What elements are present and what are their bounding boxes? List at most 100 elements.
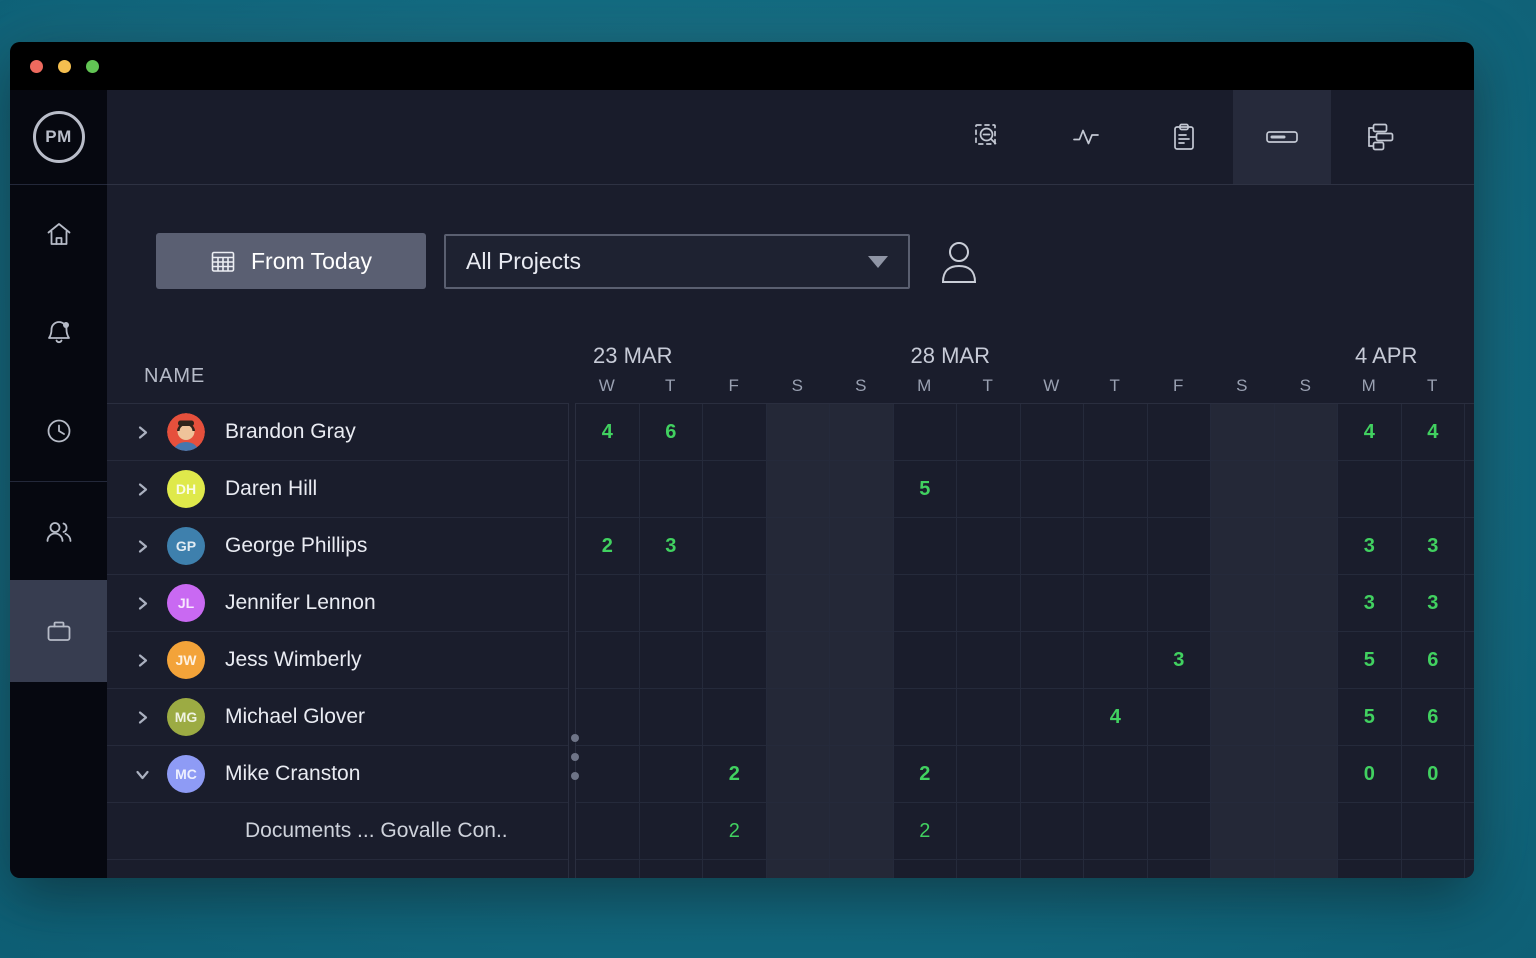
allocation-cell[interactable] bbox=[1211, 575, 1275, 632]
allocation-cell[interactable] bbox=[767, 803, 831, 860]
allocation-cell[interactable] bbox=[576, 575, 640, 632]
allocation-cell[interactable] bbox=[1465, 518, 1474, 575]
allocation-cell[interactable]: 4 bbox=[1338, 404, 1402, 461]
allocation-cell[interactable]: 3 bbox=[1148, 632, 1212, 689]
allocation-cell[interactable] bbox=[830, 689, 894, 746]
allocation-cell[interactable]: 4 bbox=[1084, 689, 1148, 746]
allocation-cell[interactable] bbox=[1402, 803, 1466, 860]
allocation-cell[interactable] bbox=[640, 461, 704, 518]
allocation-cell[interactable] bbox=[703, 461, 767, 518]
allocation-cell[interactable] bbox=[703, 404, 767, 461]
allocation-cell[interactable] bbox=[1084, 461, 1148, 518]
allocation-cell[interactable] bbox=[1084, 803, 1148, 860]
allocation-cell[interactable] bbox=[640, 575, 704, 632]
member-row[interactable]: DHDaren Hill bbox=[107, 461, 568, 518]
allocation-cell[interactable] bbox=[576, 860, 640, 878]
allocation-cell[interactable] bbox=[640, 860, 704, 878]
allocation-cell[interactable] bbox=[767, 575, 831, 632]
member-row[interactable]: JLJennifer Lennon bbox=[107, 575, 568, 632]
allocation-cell[interactable] bbox=[1465, 632, 1474, 689]
allocation-cell[interactable] bbox=[957, 518, 1021, 575]
allocation-cell[interactable] bbox=[1021, 632, 1085, 689]
allocation-cell[interactable] bbox=[703, 575, 767, 632]
allocation-cell[interactable] bbox=[830, 461, 894, 518]
allocation-cell[interactable] bbox=[767, 632, 831, 689]
allocation-cell[interactable] bbox=[1021, 746, 1085, 803]
allocation-cell[interactable]: 0 bbox=[1402, 746, 1466, 803]
allocation-cell[interactable] bbox=[957, 746, 1021, 803]
allocation-cell[interactable] bbox=[1021, 575, 1085, 632]
allocation-cell[interactable] bbox=[957, 575, 1021, 632]
allocation-cell[interactable] bbox=[1402, 860, 1466, 878]
allocation-cell[interactable] bbox=[894, 860, 958, 878]
allocation-cell[interactable]: 4 bbox=[576, 404, 640, 461]
allocation-cell[interactable]: 2 bbox=[894, 803, 958, 860]
allocation-cell[interactable] bbox=[1465, 689, 1474, 746]
allocation-cell[interactable]: 3 bbox=[1338, 518, 1402, 575]
allocation-cell[interactable] bbox=[1465, 575, 1474, 632]
allocation-cell[interactable] bbox=[767, 746, 831, 803]
allocation-cell[interactable]: 4 bbox=[1402, 404, 1466, 461]
allocation-cell[interactable] bbox=[1275, 746, 1339, 803]
tab-workflow[interactable] bbox=[1331, 90, 1429, 184]
allocation-cell[interactable] bbox=[957, 632, 1021, 689]
person-filter-button[interactable] bbox=[936, 238, 982, 291]
allocation-cell[interactable]: 3 bbox=[1338, 575, 1402, 632]
allocation-cell[interactable] bbox=[1148, 461, 1212, 518]
allocation-cell[interactable]: 0 bbox=[1338, 746, 1402, 803]
allocation-cell[interactable] bbox=[1275, 689, 1339, 746]
allocation-cell[interactable]: 5 bbox=[1338, 632, 1402, 689]
expand-chevron-icon[interactable] bbox=[135, 710, 150, 725]
allocation-cell[interactable]: 2 bbox=[894, 746, 958, 803]
allocation-cell[interactable] bbox=[894, 632, 958, 689]
member-row[interactable]: Brandon Gray bbox=[107, 404, 568, 461]
allocation-cell[interactable] bbox=[1148, 803, 1212, 860]
allocation-cell[interactable] bbox=[1211, 461, 1275, 518]
allocation-cell[interactable] bbox=[1148, 575, 1212, 632]
allocation-cell[interactable]: 3 bbox=[640, 518, 704, 575]
allocation-cell[interactable]: 2 bbox=[576, 518, 640, 575]
allocation-cell[interactable] bbox=[1211, 632, 1275, 689]
allocation-cell[interactable] bbox=[1465, 746, 1474, 803]
task-row[interactable]: Documents ... Govalle Con.. bbox=[107, 803, 568, 860]
allocation-cell[interactable] bbox=[1084, 518, 1148, 575]
allocation-cell[interactable] bbox=[1275, 518, 1339, 575]
sidebar-item-time[interactable] bbox=[10, 381, 107, 482]
allocation-cell[interactable] bbox=[830, 518, 894, 575]
allocation-cell[interactable] bbox=[830, 803, 894, 860]
allocation-cell[interactable] bbox=[1084, 746, 1148, 803]
member-row[interactable]: GPGeorge Phillips bbox=[107, 518, 568, 575]
allocation-cell[interactable] bbox=[640, 689, 704, 746]
allocation-cell[interactable] bbox=[1465, 860, 1474, 878]
allocation-cell[interactable] bbox=[703, 689, 767, 746]
allocation-cell[interactable] bbox=[767, 860, 831, 878]
allocation-cell[interactable] bbox=[1465, 803, 1474, 860]
allocation-cell[interactable]: 2 bbox=[703, 746, 767, 803]
allocation-cell[interactable] bbox=[1021, 860, 1085, 878]
expand-chevron-icon[interactable] bbox=[135, 425, 150, 440]
allocation-cell[interactable] bbox=[957, 404, 1021, 461]
allocation-cell[interactable] bbox=[767, 461, 831, 518]
allocation-cell[interactable] bbox=[767, 689, 831, 746]
allocation-cell[interactable] bbox=[1211, 518, 1275, 575]
allocation-cell[interactable] bbox=[1275, 461, 1339, 518]
sidebar-item-work[interactable] bbox=[10, 580, 107, 682]
sidebar-item-notifications[interactable] bbox=[10, 283, 107, 381]
allocation-cell[interactable] bbox=[640, 632, 704, 689]
allocation-cell[interactable] bbox=[830, 860, 894, 878]
sidebar-item-home[interactable] bbox=[10, 185, 107, 283]
allocation-cell[interactable] bbox=[1465, 404, 1474, 461]
allocation-cell[interactable] bbox=[894, 404, 958, 461]
allocation-cell[interactable] bbox=[1465, 461, 1474, 518]
allocation-cell[interactable] bbox=[894, 689, 958, 746]
project-filter-select[interactable]: All Projects bbox=[444, 234, 910, 289]
member-row[interactable]: MCMike Cranston bbox=[107, 746, 568, 803]
allocation-cell[interactable] bbox=[894, 575, 958, 632]
allocation-cell[interactable] bbox=[703, 518, 767, 575]
allocation-cell[interactable] bbox=[1148, 689, 1212, 746]
allocation-cell[interactable] bbox=[640, 803, 704, 860]
allocation-cell[interactable] bbox=[1211, 860, 1275, 878]
expand-chevron-icon[interactable] bbox=[135, 482, 150, 497]
tab-tasks[interactable] bbox=[1135, 90, 1233, 184]
tab-zoom-search[interactable] bbox=[939, 90, 1037, 184]
